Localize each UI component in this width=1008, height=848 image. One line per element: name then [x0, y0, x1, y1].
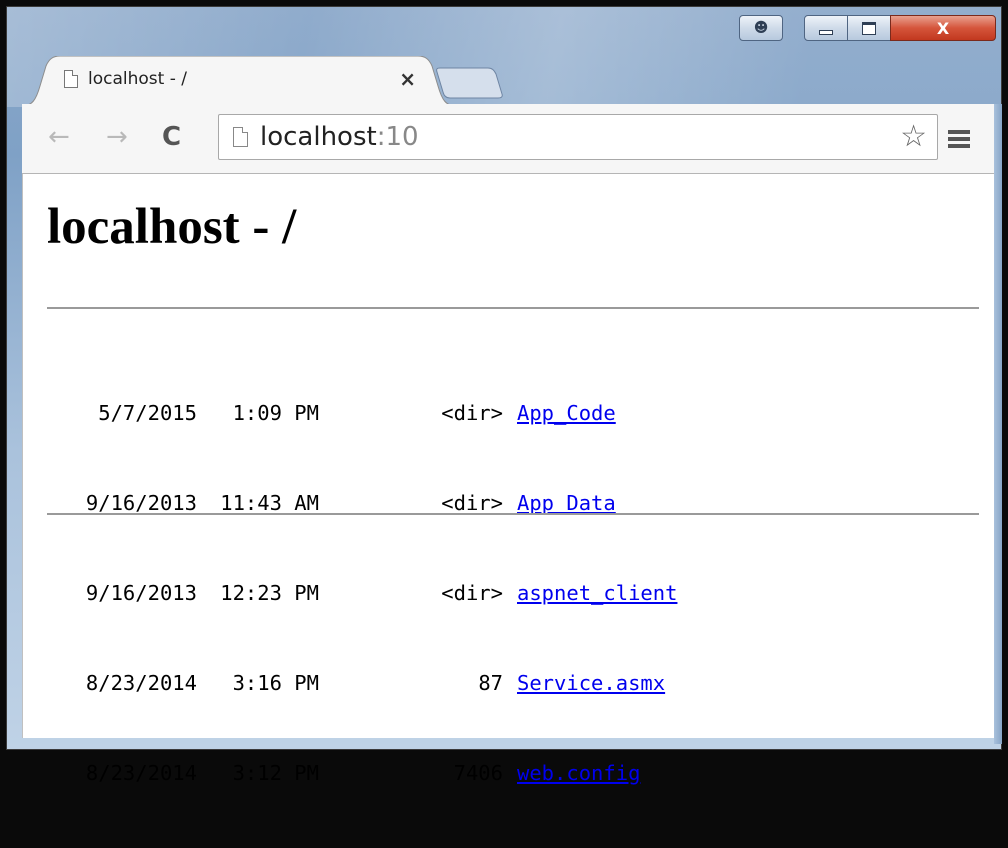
window-frame-right — [994, 104, 1002, 744]
list-item: 9/16/2013 12:23 PM <dir> aspnet_client — [61, 578, 678, 608]
hamburger-menu-icon[interactable] — [948, 130, 970, 148]
entry-date: 8/23/2014 — [85, 761, 197, 785]
user-profile-button[interactable]: ☻ — [739, 15, 783, 41]
tab-close-icon[interactable]: × — [399, 67, 416, 91]
star-icon[interactable]: ☆ — [900, 121, 927, 153]
entry-date: 9/16/2013 — [85, 581, 197, 605]
forward-button[interactable]: → — [106, 124, 128, 150]
list-item: 8/23/2014 3:16 PM 87 Service.asmx — [61, 668, 677, 698]
entry-time: 3:16 PM — [232, 671, 319, 695]
page-icon — [64, 70, 78, 88]
back-button[interactable]: ← — [48, 124, 70, 150]
new-tab-button[interactable] — [436, 64, 506, 100]
divider-top — [47, 307, 979, 309]
entry-size: <dir> — [441, 581, 503, 605]
entry-link[interactable]: App_Data — [517, 491, 616, 515]
page-content: localhost - / 5/7/2015 1:09 PM <dir> App… — [22, 174, 994, 785]
entry-link[interactable]: web.config — [517, 761, 640, 785]
address-host: localhost — [260, 122, 377, 152]
minimize-icon — [819, 29, 833, 35]
page-title: localhost - / — [47, 199, 297, 255]
tab-content: localhost - / × — [64, 64, 416, 94]
divider-bottom — [47, 513, 979, 515]
minimize-button[interactable] — [804, 15, 848, 41]
entry-size: <dir> — [441, 401, 503, 425]
entry-size: 7406 — [453, 761, 503, 785]
maximize-icon — [862, 21, 876, 35]
entry-time: 12:23 PM — [220, 581, 319, 605]
list-item: 8/23/2014 3:12 PM 7406 web.config — [61, 758, 677, 788]
tab-title: localhost - / — [88, 69, 187, 89]
entry-link[interactable]: Service.asmx — [517, 671, 665, 695]
close-icon: X — [936, 18, 950, 38]
entry-time: 3:12 PM — [232, 761, 319, 785]
entry-size: 87 — [478, 671, 503, 695]
entry-time: 1:09 PM — [232, 401, 319, 425]
close-window-button[interactable]: X — [890, 15, 996, 41]
entry-link[interactable]: App_Code — [517, 401, 616, 425]
address-bar[interactable]: localhost:10 ☆ — [218, 114, 938, 160]
page-icon — [233, 127, 248, 147]
directory-listing: 5/7/2015 1:09 PM <dir> App_Code 9/16/201… — [61, 338, 678, 848]
browser-toolbar: ← → C localhost:10 ☆ — [22, 104, 994, 174]
reload-button[interactable]: C — [162, 124, 181, 150]
entry-link[interactable]: aspnet_client — [517, 581, 677, 605]
entry-date: 8/23/2014 — [85, 671, 197, 695]
address-port: :10 — [376, 122, 419, 152]
user-icon: ☻ — [753, 20, 769, 36]
list-item: 5/7/2015 1:09 PM <dir> App_Code — [61, 398, 677, 428]
maximize-button[interactable] — [847, 15, 891, 41]
entry-date: 5/7/2015 — [98, 401, 197, 425]
